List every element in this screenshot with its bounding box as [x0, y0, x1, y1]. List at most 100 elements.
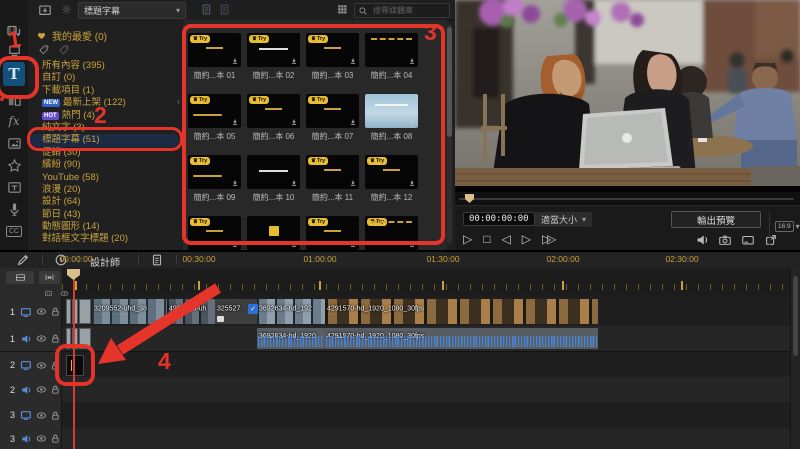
next-frame-button[interactable]: ▷	[522, 232, 531, 246]
sidebar-item-custom[interactable]: 自訂 (0)	[28, 72, 183, 84]
track-content[interactable]	[62, 402, 790, 428]
effects-room-icon[interactable]: fx	[3, 112, 25, 130]
track-header[interactable]: 1	[0, 326, 62, 351]
undock-window-icon[interactable]	[764, 233, 778, 247]
sidebar-item-youtube[interactable]: YouTube (58)	[28, 172, 183, 184]
eye-icon[interactable]	[36, 333, 47, 344]
add-tag-icon[interactable]	[38, 44, 50, 56]
timeline-clip[interactable]: 4951808-uh	[167, 299, 215, 324]
template-card[interactable]: ♛Try	[188, 216, 241, 250]
search-input[interactable]	[371, 5, 445, 16]
title-designer-icon[interactable]	[3, 178, 25, 196]
play-button[interactable]: ▷	[463, 232, 472, 246]
template-card[interactable]: 簡約...本 10	[247, 155, 300, 203]
lock-icon[interactable]	[50, 384, 61, 395]
new-folder-icon[interactable]	[200, 3, 213, 16]
folder-up-icon[interactable]	[218, 3, 231, 16]
eye-icon[interactable]	[36, 384, 47, 395]
timeline-clip[interactable]: 3692634-hd_192	[257, 299, 325, 324]
script-doc-icon[interactable]	[150, 253, 164, 267]
template-card[interactable]: ♛Try	[365, 216, 418, 250]
sidebar-item-all[interactable]: 所有內容 (395)	[28, 60, 183, 72]
template-card[interactable]: ♛Try	[306, 216, 359, 250]
template-card[interactable]: ♛Try 簡約...本 06	[247, 94, 300, 142]
template-card[interactable]: 簡約...本 08	[365, 94, 418, 142]
sidebar-item-promo[interactable]: 促銷 (30)	[28, 147, 183, 159]
sidebar-item-holiday[interactable]: 節日 (43)	[28, 209, 183, 221]
category-dropdown[interactable]: 標題字幕 ▾	[78, 2, 186, 19]
template-card[interactable]: ♛Try 簡約...本 01	[188, 33, 241, 81]
mic-record-icon[interactable]	[3, 200, 25, 218]
template-card[interactable]: ♛Try 簡約...本 02	[247, 33, 300, 81]
track-header[interactable]: 3	[0, 402, 62, 428]
template-card[interactable]: 簡約...本 04	[365, 33, 418, 81]
timecode-display[interactable]: 00:00:00:00	[463, 212, 535, 226]
sidebar-item-romance[interactable]: 浪漫 (20)	[28, 184, 183, 196]
template-card[interactable]: ♛Try 簡約...本 09	[188, 155, 241, 203]
lock-icon[interactable]	[50, 433, 61, 444]
library-scrollbar[interactable]	[447, 24, 452, 244]
sidebar-item-colorful[interactable]: 繽紛 (90)	[28, 159, 183, 171]
track-header[interactable]: 1	[0, 297, 62, 326]
timeline-playhead-line[interactable]	[73, 272, 75, 449]
timeline-audio-clip[interactable]	[79, 328, 91, 349]
previous-frame-button[interactable]: ◁	[501, 232, 510, 246]
sidebar-item-design[interactable]: 設計 (64)	[28, 196, 183, 208]
magic-pen-icon[interactable]	[16, 253, 30, 267]
track-content[interactable]	[62, 428, 790, 449]
collapse-sidebar-icon[interactable]: ‹	[177, 96, 180, 106]
aspect-ratio-control[interactable]: 16:9 ▾	[775, 221, 800, 232]
subtitle-room-icon[interactable]: CC	[3, 222, 25, 240]
track-manager-button[interactable]	[6, 271, 34, 284]
template-card[interactable]: ♛Try 簡約...本 07	[306, 94, 359, 142]
template-card[interactable]: ♛Try 簡約...本 11	[306, 155, 359, 203]
snapshot-camera-icon[interactable]	[718, 233, 732, 247]
track-content[interactable]	[62, 353, 790, 377]
preview-seekbar[interactable]	[455, 193, 800, 205]
template-card[interactable]: ♛Try 簡約...本 05	[188, 94, 241, 142]
stop-button[interactable]: □	[483, 232, 490, 246]
volume-icon[interactable]	[695, 233, 709, 247]
sidebar-item-downloads[interactable]: 下載項目 (1)	[28, 85, 183, 97]
timeline-audio-clip[interactable]: 3692634-hd_1920	[257, 328, 325, 349]
remove-tag-icon[interactable]	[58, 44, 70, 56]
lock-icon[interactable]	[50, 333, 61, 344]
timeline-audio-clip[interactable]: 4291570-hd_1920_1080_30fps	[325, 328, 598, 349]
track-header[interactable]: 2	[0, 377, 62, 402]
transition-room-icon[interactable]	[3, 92, 25, 110]
track-content[interactable]	[62, 377, 790, 402]
seekbar-playhead[interactable]	[465, 194, 474, 203]
sidebar-item-favorites[interactable]: 我的最愛 (0)	[36, 28, 107, 43]
eye-icon[interactable]	[36, 410, 47, 421]
particle-room-icon[interactable]	[3, 156, 25, 174]
zoom-fit-dropdown[interactable]: 適當大小 ▾	[535, 212, 592, 227]
sidebar-item-motion-graphics[interactable]: 動態圖形 (14)	[28, 221, 183, 233]
timeline-audio-clip[interactable]	[66, 328, 71, 349]
import-media-icon[interactable]	[38, 3, 52, 17]
template-card[interactable]	[247, 216, 300, 250]
pip-room-icon[interactable]	[3, 134, 25, 152]
snap-toggle-button[interactable]	[39, 271, 60, 284]
view-grid-icon[interactable]	[336, 3, 348, 15]
render-preview-button[interactable]: 輸出預覽	[671, 211, 761, 228]
template-card[interactable]: ♛Try 簡約...本 03	[306, 33, 359, 81]
sidebar-item-dialog-box[interactable]: 對話框文字標題 (20)	[28, 233, 183, 245]
eye-icon[interactable]	[36, 306, 47, 317]
lock-icon[interactable]	[50, 410, 61, 421]
timeline-clip[interactable]: 3209552-uhd_38	[92, 299, 167, 324]
title-room-icon[interactable]: T	[3, 62, 25, 86]
gear-icon[interactable]	[60, 3, 73, 16]
timeline-clip[interactable]	[79, 299, 91, 324]
title-clip[interactable]	[66, 355, 84, 376]
timeline-scrollbar[interactable]	[790, 268, 800, 449]
lock-icon[interactable]	[50, 306, 61, 317]
eye-icon[interactable]	[36, 360, 47, 371]
lock-icon[interactable]	[50, 360, 61, 371]
track-header[interactable]: 2	[0, 353, 62, 377]
track-header[interactable]: 3	[0, 428, 62, 449]
template-card[interactable]: ♛Try 簡約...本 12	[365, 155, 418, 203]
timeline-clip[interactable]	[66, 299, 71, 324]
eye-icon[interactable]	[36, 433, 47, 444]
preview-quality-icon[interactable]	[741, 233, 755, 247]
fast-forward-button[interactable]: ▷▷	[542, 232, 552, 246]
